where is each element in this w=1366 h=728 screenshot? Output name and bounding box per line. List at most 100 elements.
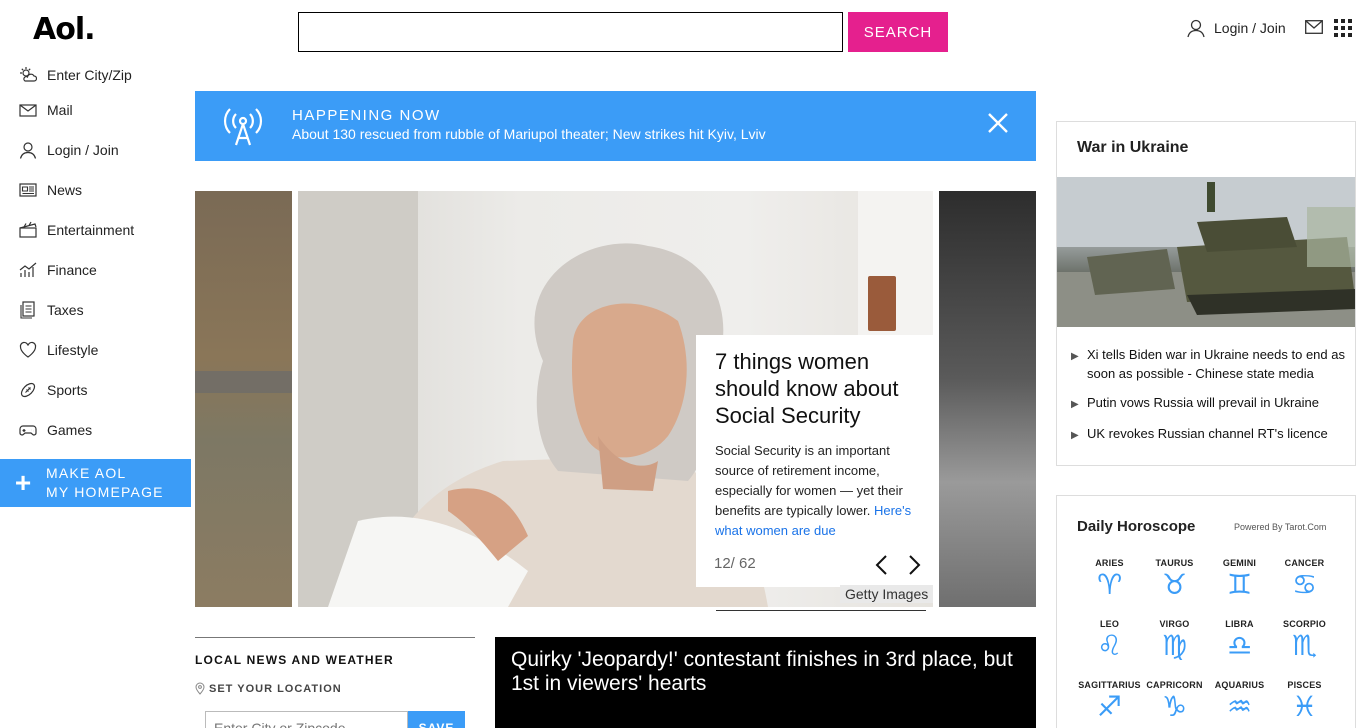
sidebar-item-label: Enter City/Zip (47, 67, 132, 83)
zipcode-input[interactable] (205, 711, 408, 728)
sidebar-item-label: Entertainment (47, 222, 135, 238)
war-headline-text: Putin vows Russia will prevail in Ukrain… (1087, 395, 1319, 410)
sidebar-item-label: Finance (47, 262, 97, 278)
triangle-bullet-icon: ▶ (1071, 351, 1079, 362)
zodiac-name: CAPRICORN (1146, 680, 1203, 690)
zodiac-aries[interactable]: ARIES ♈ (1077, 558, 1142, 610)
carousel-caption-card: 7 things women should know about Social … (696, 335, 938, 587)
zodiac-capricorn[interactable]: CAPRICORN ♑ (1142, 680, 1207, 728)
cancer-icon: ♋ (1291, 568, 1318, 601)
carousel-title[interactable]: 7 things women should know about Social … (715, 348, 930, 429)
zodiac-grid: ARIES ♈ TAURUS ♉ GEMINI ♊ CANCER ♋ LEO ♌ VIRG… (1077, 558, 1339, 728)
war-headline-item[interactable]: ▶ Xi tells Biden war in Ukraine needs to … (1071, 345, 1346, 383)
happening-now-banner[interactable]: HAPPENING NOW About 130 rescued from rub… (195, 91, 1036, 161)
search-input[interactable] (298, 12, 843, 52)
libra-icon: ♎ (1226, 629, 1253, 662)
sidebar-item-label: Taxes (47, 302, 84, 318)
sidebar-item-label: Mail (47, 102, 73, 118)
zodiac-scorpio[interactable]: SCORPIO ♏ (1272, 619, 1337, 671)
aol-logo[interactable]: Aol. (33, 12, 96, 47)
gamepad-icon (19, 425, 37, 436)
scorpio-icon: ♏ (1291, 629, 1318, 662)
sidebar-item-label: Login / Join (47, 142, 119, 158)
zodiac-leo[interactable]: LEO ♌ (1077, 619, 1142, 671)
user-icon (19, 142, 37, 159)
zodiac-aquarius[interactable]: AQUARIUS ♒ (1207, 680, 1272, 728)
leo-icon: ♌ (1096, 629, 1123, 662)
sidebar-nav: Enter City/Zip Mail Login / Join News En… (0, 60, 191, 450)
horoscope-powered-by[interactable]: Powered By Tarot.Com (1234, 522, 1326, 532)
pisces-icon: ♓ (1291, 690, 1318, 723)
login-join-label: Login / Join (1214, 20, 1286, 36)
sidebar-item-weather[interactable]: Enter City/Zip (0, 60, 191, 90)
sidebar-item-finance[interactable]: Finance (0, 250, 191, 290)
set-location-label: SET YOUR LOCATION (209, 682, 342, 695)
zodiac-taurus[interactable]: TAURUS ♉ (1142, 558, 1207, 610)
zodiac-name: AQUARIUS (1214, 680, 1265, 690)
divider (716, 610, 926, 611)
sidebar-item-news[interactable]: News (0, 170, 191, 210)
zodiac-name: ARIES (1095, 558, 1124, 568)
zodiac-name: VIRGO (1159, 619, 1190, 629)
chevron-left-icon[interactable] (874, 554, 888, 576)
taurus-icon: ♉ (1161, 568, 1188, 601)
tank-illustration (1057, 177, 1355, 327)
make-aol-homepage-button[interactable]: + MAKE AOL MY HOMEPAGE (0, 459, 191, 507)
zodiac-cancer[interactable]: CANCER ♋ (1272, 558, 1337, 610)
virgo-icon: ♍ (1161, 629, 1188, 662)
daily-horoscope-module: Daily Horoscope Powered By Tarot.Com ARI… (1056, 495, 1356, 728)
gemini-icon: ♊ (1226, 568, 1253, 601)
sidebar-item-mail[interactable]: Mail (0, 90, 191, 130)
chevron-right-icon[interactable] (908, 554, 922, 576)
sidebar-item-login[interactable]: Login / Join (0, 130, 191, 170)
tank-photo[interactable] (1057, 177, 1355, 327)
sidebar-item-label: Games (47, 422, 93, 438)
football-icon (20, 382, 36, 398)
news-icon (19, 183, 37, 197)
war-headlines: ▶ Xi tells Biden war in Ukraine needs to … (1071, 345, 1346, 455)
war-heading[interactable]: War in Ukraine (1077, 139, 1188, 157)
sidebar-item-sports[interactable]: Sports (0, 370, 191, 410)
zodiac-libra[interactable]: LIBRA ♎ (1207, 619, 1272, 671)
zodiac-name: GEMINI (1222, 558, 1257, 568)
set-location-link[interactable]: SET YOUR LOCATION (195, 682, 475, 695)
war-headline-text: Xi tells Biden war in Ukraine needs to e… (1087, 347, 1345, 381)
war-in-ukraine-module: War in Ukraine ▶ Xi tells Biden war in Uk… (1056, 121, 1356, 466)
sidebar-item-label: Sports (47, 382, 88, 398)
sidebar-item-lifestyle[interactable]: Lifestyle (0, 330, 191, 370)
capricorn-icon: ♑ (1161, 690, 1188, 723)
apps-grid-icon[interactable] (1334, 19, 1352, 37)
video-title[interactable]: Quirky 'Jeopardy!' contestant finishes i… (511, 648, 1021, 696)
war-headline-item[interactable]: ▶ Putin vows Russia will prevail in Ukrai… (1071, 393, 1346, 414)
heart-icon (19, 341, 37, 358)
search-button[interactable]: SEARCH (848, 12, 948, 52)
sidebar-item-entertainment[interactable]: Entertainment (0, 210, 191, 250)
zodiac-virgo[interactable]: VIRGO ♍ (1142, 619, 1207, 671)
aquarius-icon: ♒ (1226, 690, 1253, 723)
document-icon (20, 301, 35, 319)
make-home-line1: MAKE AOL (46, 465, 127, 481)
sidebar-item-games[interactable]: Games (0, 410, 191, 450)
close-icon[interactable] (987, 112, 1009, 134)
carousel-prev-slide-image[interactable] (195, 191, 292, 607)
clapper-icon (19, 221, 37, 238)
plus-icon: + (14, 467, 32, 498)
zodiac-name: TAURUS (1155, 558, 1194, 568)
zodiac-pisces[interactable]: PISCES ♓ (1272, 680, 1337, 728)
zodiac-sagittarius[interactable]: SAGITTARIUS ♐ (1077, 680, 1142, 728)
happening-headline[interactable]: About 130 rescued from rubble of Mariupo… (292, 126, 766, 142)
login-join-link[interactable]: Login / Join (1186, 18, 1286, 38)
zodiac-name: CANCER (1284, 558, 1325, 568)
mail-icon[interactable] (1305, 20, 1323, 34)
local-news-heading: LOCAL NEWS AND WEATHER (195, 653, 394, 667)
zodiac-gemini[interactable]: GEMINI ♊ (1207, 558, 1272, 610)
featured-video[interactable]: Quirky 'Jeopardy!' contestant finishes i… (495, 637, 1036, 728)
carousel-next-slide-image[interactable] (939, 191, 1036, 607)
user-icon (1187, 19, 1205, 38)
sidebar-item-taxes[interactable]: Taxes (0, 290, 191, 330)
save-location-button[interactable]: SAVE (408, 711, 465, 728)
sidebar-item-label: Lifestyle (47, 342, 99, 358)
horoscope-heading: Daily Horoscope (1077, 518, 1196, 535)
war-headline-item[interactable]: ▶ UK revokes Russian channel RT's licence (1071, 424, 1346, 445)
make-home-line2: MY HOMEPAGE (46, 484, 164, 500)
